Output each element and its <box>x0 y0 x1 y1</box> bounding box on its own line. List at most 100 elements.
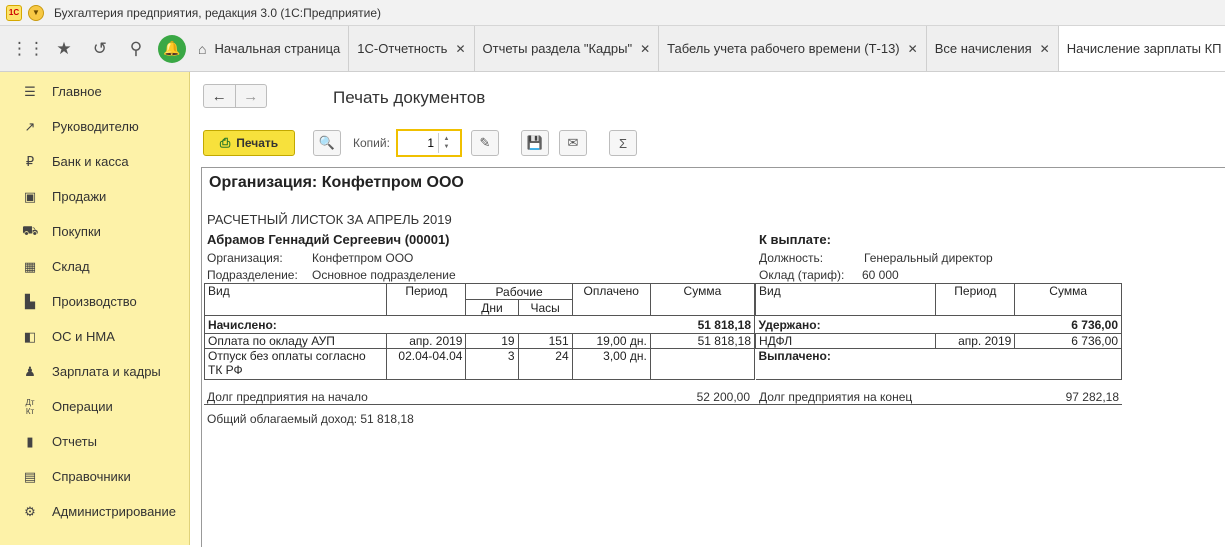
tab-payroll[interactable]: Начисление зарплаты КП <box>1058 26 1225 71</box>
trend-icon: ↗ <box>24 118 36 134</box>
sidebar-item-purchases[interactable]: ⛟ Покупки <box>0 214 189 249</box>
tab-timesheet[interactable]: Табель учета рабочего времени (Т-13) ✕ <box>659 26 927 71</box>
window-title: Бухгалтерия предприятия, редакция 3.0 (1… <box>54 5 382 20</box>
printer-icon: ⎙ <box>219 135 231 150</box>
withholding-period: апр. 2019 <box>935 333 1016 349</box>
accrual-name: Оплата по окладу АУП <box>203 333 388 349</box>
payslip-title: РАСЧЕТНЫЙ ЛИСТОК ЗА АПРЕЛЬ 2019 <box>207 212 452 227</box>
bag-icon: ▣ <box>23 188 37 204</box>
tab-reporting[interactable]: 1С-Отчетность ✕ <box>349 26 475 71</box>
accrual-name-line2: ТК РФ <box>208 363 243 377</box>
header-days: Дни <box>465 299 519 316</box>
accrual-paid: 19,00 дн. <box>571 333 651 349</box>
withheld-total: 6 736,00 <box>1014 315 1122 334</box>
preview-button[interactable]: 🔍 <box>313 130 341 156</box>
copies-input[interactable] <box>398 133 438 153</box>
accrual-sum <box>649 348 756 380</box>
department-label: Подразделение: <box>207 268 298 282</box>
sidebar-item-catalogs[interactable]: ▤ Справочники <box>0 459 189 494</box>
print-button[interactable]: ⎙ Печать <box>203 130 295 156</box>
top-toolbar: ⋮⋮ ★ ↺ ⚲ 🔔 ⌂ Начальная страница 1С-Отчет… <box>0 26 1225 72</box>
history-icon[interactable]: ↺ <box>82 31 118 67</box>
search-icon[interactable]: ⚲ <box>118 31 154 67</box>
withholdings-table: Вид Период Сумма Удержано: 6 736,00 НДФЛ… <box>754 283 1122 380</box>
debt-end-label: Долг предприятия на конец <box>759 390 913 404</box>
sidebar-item-manager[interactable]: ↗ Руководителю <box>0 109 189 144</box>
title-bar: 1С ▼ Бухгалтерия предприятия, редакция 3… <box>0 0 1225 26</box>
main-menu-button[interactable]: ▼ <box>28 4 44 21</box>
accrued-total: 51 818,18 <box>650 315 756 334</box>
notifications-bell-icon[interactable]: 🔔 <box>158 34 186 63</box>
sidebar-item-label: Производство <box>52 294 137 309</box>
organization-heading: Организация: Конфетпром ООО <box>209 174 464 191</box>
close-icon[interactable]: ✕ <box>908 42 918 56</box>
header-vid: Вид <box>203 283 388 316</box>
sidebar-item-bank[interactable]: ₽ Банк и касса <box>0 144 189 179</box>
edit-document-button[interactable]: ✎ <box>471 130 499 156</box>
sidebar: ☰ Главное ↗ Руководителю ₽ Банк и касса ▣ Пр… <box>0 72 190 545</box>
sidebar-item-warehouse[interactable]: ▦ Склад <box>0 249 189 284</box>
sidebar-item-main[interactable]: ☰ Главное <box>0 74 189 109</box>
paid-out-label: Выплачено: <box>755 348 936 380</box>
copies-spinner[interactable]: ▲ ▼ <box>438 133 454 153</box>
print-button-label: Печать <box>236 136 279 150</box>
sidebar-item-label: Администрирование <box>52 504 176 519</box>
sidebar-item-payroll[interactable]: ♟ Зарплата и кадры <box>0 354 189 389</box>
sidebar-item-label: Зарплата и кадры <box>52 364 161 379</box>
sigma-icon: Σ <box>618 135 628 151</box>
tab-label: Отчеты раздела "Кадры" <box>482 41 633 56</box>
payslip-document: Организация: Конфетпром ООО РАСЧЕТНЫЙ ЛИ… <box>201 167 1225 547</box>
sidebar-item-production[interactable]: ▙ Производство <box>0 284 189 319</box>
close-icon[interactable]: ✕ <box>1040 42 1050 56</box>
table-row: Оплата по окладу АУП апр. 2019 19 151 19… <box>203 333 756 349</box>
tab-all-accruals[interactable]: Все начисления ✕ <box>926 26 1059 71</box>
header-sum: Сумма <box>649 283 756 316</box>
sidebar-item-label: Главное <box>52 84 102 99</box>
home-icon: ⌂ <box>198 40 207 57</box>
tab-label: Табель учета рабочего времени (Т-13) <box>667 41 900 56</box>
copies-label: Копий: <box>353 136 390 150</box>
sidebar-item-label: Банк и касса <box>52 154 129 169</box>
debt-end-rule <box>755 404 1122 405</box>
employee-name: Абрамов Геннадий Сергеевич (00001) <box>207 232 450 247</box>
accrued-label: Начислено: <box>203 315 387 334</box>
org-label: Организация: <box>207 251 283 265</box>
page-title: Печать документов <box>333 88 486 107</box>
edit-table-icon: ✎ <box>479 135 491 150</box>
sidebar-item-admin[interactable]: ⚙ Администрирование <box>0 494 189 529</box>
ruble-icon: ₽ <box>25 153 35 169</box>
back-arrow-icon[interactable]: ← <box>204 85 235 107</box>
forward-arrow-icon[interactable]: → <box>234 85 267 107</box>
apps-grid-icon[interactable]: ⋮⋮ <box>10 31 46 67</box>
sidebar-item-label: Операции <box>52 399 113 414</box>
sidebar-item-operations[interactable]: Дт Кт Операции <box>0 389 189 424</box>
send-email-button[interactable]: ✉ <box>559 130 587 156</box>
close-icon[interactable]: ✕ <box>455 42 465 56</box>
to-pay-label: К выплате: <box>759 232 831 247</box>
book-icon: ▤ <box>23 468 37 484</box>
close-icon[interactable]: ✕ <box>640 42 650 56</box>
bar-chart-icon: ▮ <box>26 433 34 449</box>
tab-hr-reports[interactable]: Отчеты раздела "Кадры" ✕ <box>474 26 660 71</box>
tab-home[interactable]: ⌂ Начальная страница <box>190 26 350 71</box>
accrual-name: Отпуск без оплаты согласно ТК РФ <box>203 348 388 380</box>
sidebar-item-reports[interactable]: ▮ Отчеты <box>0 424 189 459</box>
sidebar-item-sales[interactable]: ▣ Продажи <box>0 179 189 214</box>
truck-icon: ◧ <box>23 328 37 344</box>
tab-label: Все начисления <box>934 41 1032 56</box>
save-button[interactable]: 💾 <box>521 130 549 156</box>
sidebar-item-fixed-assets[interactable]: ◧ ОС и НМА <box>0 319 189 354</box>
sidebar-item-label: Справочники <box>52 469 131 484</box>
header-sum2: Сумма <box>1014 283 1122 316</box>
position-value: Генеральный директор <box>864 251 993 265</box>
favorites-star-icon[interactable]: ★ <box>46 31 82 67</box>
header-paid: Оплачено <box>571 283 651 316</box>
tab-label: Начальная страница <box>214 41 341 56</box>
dt-kt-icon: Дт Кт <box>25 397 35 416</box>
sum-button[interactable]: Σ <box>609 130 637 156</box>
header-working: Рабочие <box>465 283 573 300</box>
copies-field: ▲▼ <box>396 129 462 157</box>
tab-bar: ⌂ Начальная страница 1С-Отчетность ✕ Отч… <box>190 26 1225 71</box>
app-logo: 1С <box>6 4 22 21</box>
factory-icon: ▙ <box>25 293 35 309</box>
